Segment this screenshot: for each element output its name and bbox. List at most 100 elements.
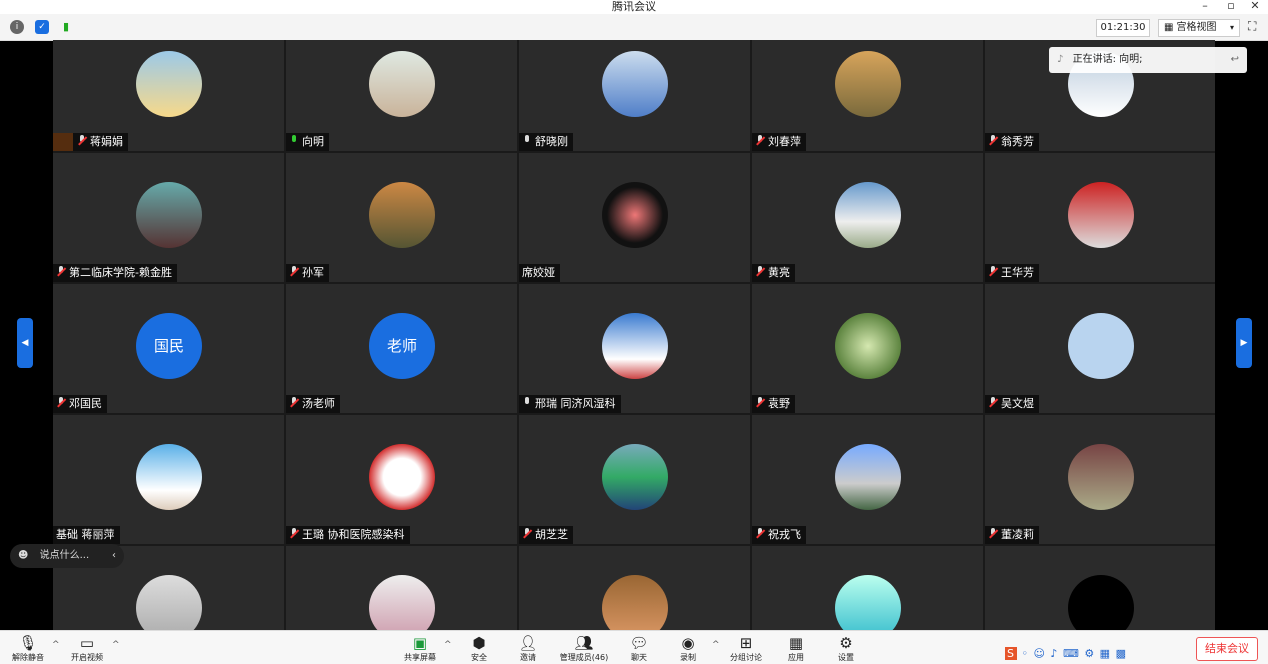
grid-icon: ▦ bbox=[1164, 22, 1174, 33]
participant-name: 吴文煜 bbox=[1001, 397, 1034, 410]
participant-name: 蒋娟娟 bbox=[90, 135, 123, 148]
participant-name: 董凌莉 bbox=[1001, 528, 1034, 541]
restore-icon[interactable]: ▫ bbox=[1222, 0, 1240, 12]
mic-off-icon: 🎙︎ bbox=[18, 634, 38, 652]
chevron-down-icon: ▾ bbox=[1229, 23, 1234, 32]
participant-avatar bbox=[136, 182, 202, 248]
participant-avatar bbox=[136, 575, 202, 630]
end-meeting-button[interactable]: 结束会议 bbox=[1196, 637, 1258, 661]
participant-tile[interactable] bbox=[752, 546, 983, 630]
camera-off-icon: ▭ bbox=[79, 634, 95, 652]
mic-muted-icon bbox=[289, 266, 299, 277]
participant-name: 汤老师 bbox=[302, 397, 335, 410]
participant-tile[interactable]: 董凌莉 bbox=[985, 415, 1215, 544]
participant-name-label: 舒晓刚 bbox=[519, 133, 573, 151]
participant-tile[interactable]: 王华芳 bbox=[985, 153, 1215, 282]
participant-avatar bbox=[602, 575, 668, 630]
participant-tile[interactable] bbox=[519, 546, 750, 630]
participant-name-label: 基础 蒋丽萍 bbox=[53, 526, 120, 544]
participant-tile[interactable]: 孙军 bbox=[286, 153, 517, 282]
participant-tile[interactable] bbox=[286, 546, 517, 630]
signal-icon[interactable]: ▮ bbox=[59, 20, 73, 34]
next-page-button[interactable]: ▶ bbox=[1236, 318, 1252, 368]
participant-avatar: 老师 bbox=[369, 313, 435, 379]
participant-avatar bbox=[369, 51, 435, 117]
record-button[interactable]: ◉ 录制 bbox=[658, 633, 718, 663]
participant-name: 翁秀芳 bbox=[1001, 135, 1034, 148]
participant-tile[interactable]: 向明 bbox=[286, 40, 517, 151]
share-screen-button[interactable]: ▣ 共享屏幕 bbox=[390, 633, 450, 663]
mic-icon bbox=[289, 135, 299, 146]
mic-muted-icon bbox=[988, 528, 998, 539]
participant-tile[interactable]: 胡芝芝 bbox=[519, 415, 750, 544]
emoji-icon[interactable]: ☻ bbox=[18, 550, 28, 561]
mic-muted-icon bbox=[988, 266, 998, 277]
participant-tile[interactable]: 舒晓刚 bbox=[519, 40, 750, 151]
participant-tile[interactable]: 王璐 协和医院感染科 bbox=[286, 415, 517, 544]
chevron-up-icon[interactable]: ^ bbox=[112, 640, 120, 650]
participant-name-label: 第二临床学院-赖金胜 bbox=[53, 264, 177, 282]
participant-tile[interactable]: 国民 邓国民 bbox=[53, 284, 284, 413]
participant-name: 舒晓刚 bbox=[535, 135, 568, 148]
participant-avatar bbox=[835, 444, 901, 510]
ime-toolbar: S ◦ ☺ ♪ ⌨ ⚙ ▦ ▩ bbox=[1005, 647, 1127, 660]
participant-tile[interactable]: 吴文煜 bbox=[985, 284, 1215, 413]
participant-avatar bbox=[835, 313, 901, 379]
quick-chat-input[interactable]: ☻ 说点什么... ‹ bbox=[10, 544, 124, 568]
participant-tile[interactable]: 黄亮 bbox=[752, 153, 983, 282]
fullscreen-icon[interactable]: ⛶ bbox=[1248, 19, 1256, 34]
info-icon[interactable]: i bbox=[10, 20, 24, 34]
participant-name-label: 邢瑞 同济风湿科 bbox=[519, 395, 621, 413]
mic-icon bbox=[522, 135, 532, 146]
settings-button[interactable]: ⚙ 设置 bbox=[816, 633, 876, 663]
participant-name-label: 刘春萍 bbox=[752, 133, 806, 151]
participant-name: 祝戎飞 bbox=[768, 528, 801, 541]
participant-name: 胡芝芝 bbox=[535, 528, 568, 541]
participant-tile[interactable]: 蒋娟娟 bbox=[53, 40, 284, 151]
participant-avatar bbox=[136, 444, 202, 510]
mic-muted-icon bbox=[755, 266, 765, 277]
participant-tile[interactable] bbox=[985, 546, 1215, 630]
participant-tile[interactable]: 基础 蒋丽萍 bbox=[53, 415, 284, 544]
mic-muted-icon bbox=[56, 266, 66, 277]
participant-tile[interactable]: 刘春萍 bbox=[752, 40, 983, 151]
video-grid: 蒋娟娟 向明 舒晓刚 刘春萍 翁秀芳 第二临床学院-赖金胜 孙军 席姣娅 黄亮 王华芳 国民 邓国民老… bbox=[53, 40, 1215, 630]
participant-tile[interactable]: 老师汤老师 bbox=[286, 284, 517, 413]
participant-name: 席姣娅 bbox=[522, 266, 555, 279]
start-video-button[interactable]: ▭ 开启视频 bbox=[57, 633, 117, 663]
participant-name: 王华芳 bbox=[1001, 266, 1034, 279]
minimize-icon[interactable]: – bbox=[1196, 0, 1214, 12]
unmute-button[interactable]: 🎙︎ 解除静音 bbox=[0, 633, 58, 663]
mic-muted-icon bbox=[755, 397, 765, 408]
participant-tile[interactable]: 邢瑞 同济风湿科 bbox=[519, 284, 750, 413]
participant-avatar bbox=[369, 182, 435, 248]
participant-avatar bbox=[369, 444, 435, 510]
mic-muted-icon bbox=[289, 528, 299, 539]
members-icon: 👥︎ bbox=[574, 634, 594, 652]
participant-name-label: 黄亮 bbox=[752, 264, 795, 282]
participant-name-label: 王华芳 bbox=[985, 264, 1039, 282]
participant-tile[interactable]: 祝戎飞 bbox=[752, 415, 983, 544]
participant-avatar bbox=[1068, 444, 1134, 510]
collapse-icon[interactable]: ↩ bbox=[1231, 47, 1239, 73]
participant-avatar bbox=[369, 575, 435, 630]
participant-tile[interactable]: 席姣娅 bbox=[519, 153, 750, 282]
participant-name: 刘春萍 bbox=[768, 135, 801, 148]
shield-icon[interactable]: ✓ bbox=[35, 20, 49, 34]
participant-name-label: 胡芝芝 bbox=[519, 526, 573, 544]
mic-icon: ♪ bbox=[1057, 54, 1064, 65]
participant-name: 黄亮 bbox=[768, 266, 790, 279]
participant-tile[interactable]: 袁野 bbox=[752, 284, 983, 413]
invite-button[interactable]: 👤︎ 邀请 bbox=[498, 633, 558, 663]
view-mode-dropdown[interactable]: ▦ 宫格视图 ▾ bbox=[1158, 19, 1240, 37]
participant-avatar bbox=[602, 444, 668, 510]
participant-avatar bbox=[835, 51, 901, 117]
close-icon[interactable]: ✕ bbox=[1246, 0, 1264, 12]
participant-tile[interactable]: 第二临床学院-赖金胜 bbox=[53, 153, 284, 282]
manage-members-button[interactable]: 👥︎ 管理成员(46) bbox=[554, 633, 614, 663]
prev-page-button[interactable]: ◀ bbox=[17, 318, 33, 368]
chevron-left-icon[interactable]: ‹ bbox=[112, 544, 116, 568]
sogou-icon: S bbox=[1005, 647, 1017, 660]
mic-muted-icon bbox=[77, 135, 87, 146]
participant-name: 邓国民 bbox=[69, 397, 102, 410]
